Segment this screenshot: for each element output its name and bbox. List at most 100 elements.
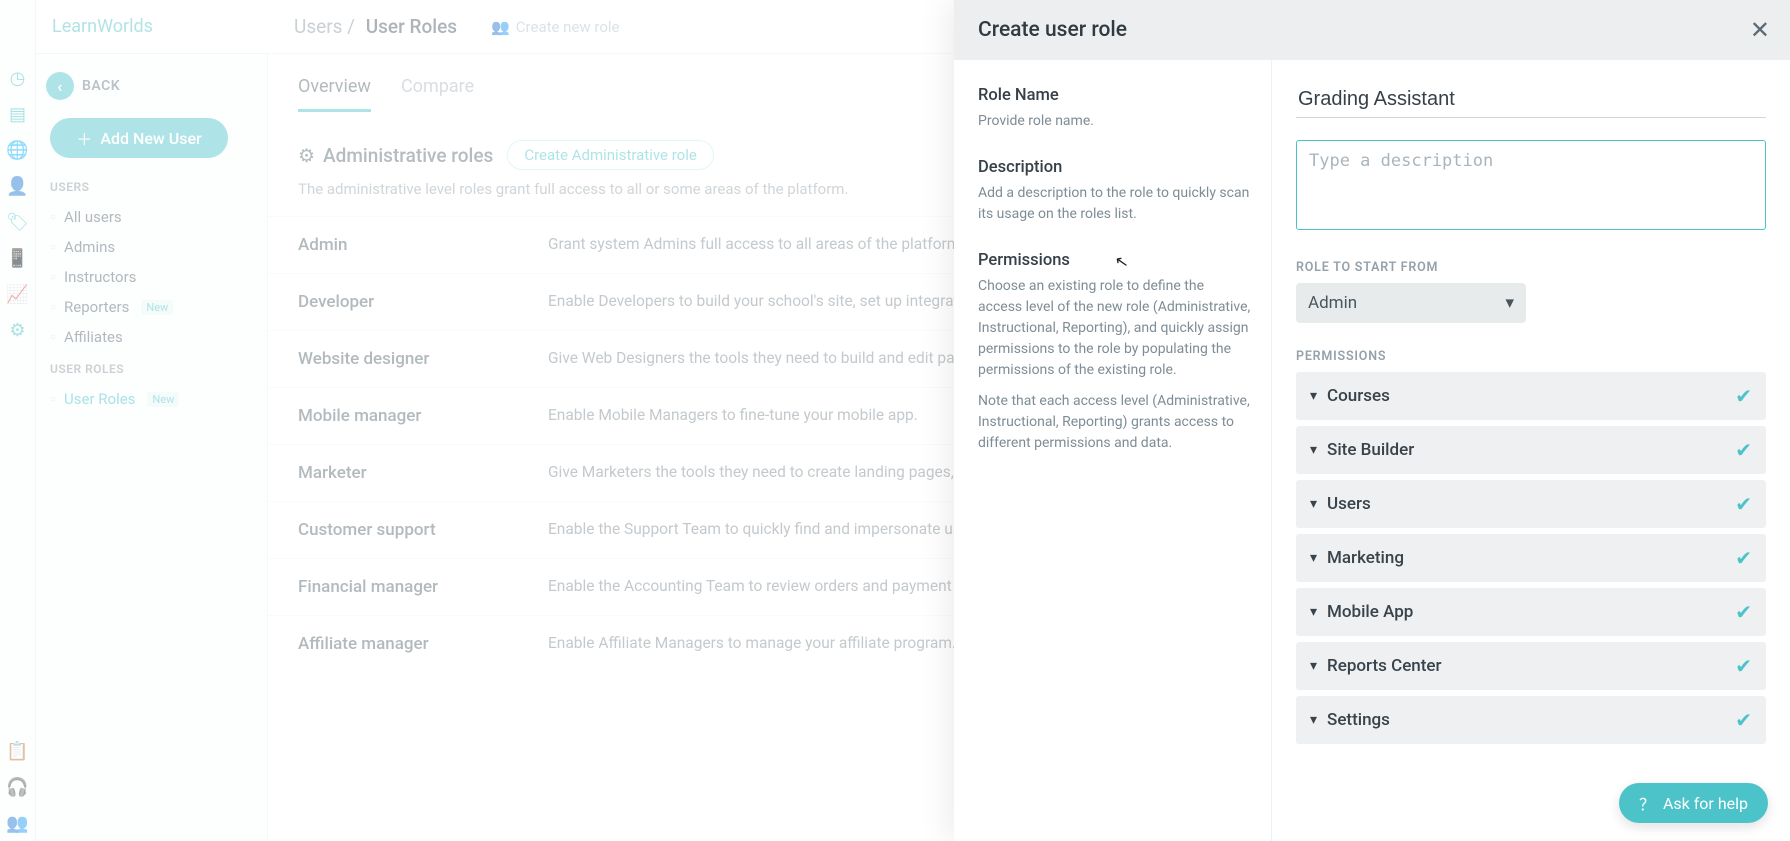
left-nav: ‹ BACK ＋ Add New User USERS○All users○Ad… xyxy=(36,54,268,841)
panel-title: Create user role xyxy=(978,18,1127,42)
bullet-icon: ○ xyxy=(50,272,56,283)
breadcrumb-current: User Roles xyxy=(366,15,457,38)
role-name-input[interactable] xyxy=(1296,82,1766,118)
rail-settings-icon[interactable]: ⚙ xyxy=(0,313,36,347)
permission-name: Mobile App xyxy=(1327,602,1413,622)
permission-row-courses[interactable]: ▾Courses✔ xyxy=(1296,372,1766,420)
role-start-from-select[interactable]: Admin ▾ xyxy=(1296,283,1526,323)
permissions-section-label: PERMISSIONS xyxy=(1296,349,1766,364)
check-icon[interactable]: ✔ xyxy=(1735,438,1752,462)
create-new-role-link[interactable]: 👥 Create new role xyxy=(491,18,619,36)
permission-row-site-builder[interactable]: ▾ Site Builder ✔ xyxy=(1296,426,1766,474)
permission-row-users[interactable]: ▾ Users ✔ xyxy=(1296,480,1766,528)
chevron-down-icon: ▾ xyxy=(1310,442,1317,458)
check-icon[interactable]: ✔ xyxy=(1735,708,1752,732)
back-label: BACK xyxy=(82,78,120,94)
rail-site-icon[interactable]: 🌐 xyxy=(0,133,36,167)
permissions-help1: Choose an existing role to define the ac… xyxy=(978,276,1251,381)
new-badge: New xyxy=(141,300,173,315)
back-button[interactable]: ‹ BACK xyxy=(46,72,253,100)
nav-section-label: USERS xyxy=(50,180,253,194)
chevron-down-icon: ▾ xyxy=(1505,293,1514,313)
brand-name: LearnWorlds xyxy=(52,16,153,37)
create-admin-role-chip[interactable]: Create Administrative role xyxy=(507,140,713,170)
permission-row-settings[interactable]: ▾ Settings ✔ xyxy=(1296,696,1766,744)
close-icon[interactable]: ✕ xyxy=(1750,18,1770,42)
panel-left: Role Name Provide role name. Description… xyxy=(954,60,1272,841)
nav-item-label: Instructors xyxy=(64,268,136,286)
chevron-down-icon: ▾ xyxy=(1310,496,1317,512)
role-start-from-label: ROLE TO START FROM xyxy=(1296,260,1766,275)
bullet-icon: ○ xyxy=(50,212,56,223)
nav-item-affiliates[interactable]: ○ Affiliates xyxy=(50,322,253,352)
permissions-label: Permissions xyxy=(978,251,1251,270)
user-role-icon: 👥 xyxy=(491,18,510,36)
ask-for-help-button[interactable]: ？ Ask for help xyxy=(1619,783,1768,823)
breadcrumb-root[interactable]: Users xyxy=(294,15,342,38)
bullet-icon: ○ xyxy=(50,332,56,343)
role-name: Affiliate manager xyxy=(298,634,548,654)
nav-item-label: Affiliates xyxy=(64,328,123,346)
permission-name: Settings xyxy=(1327,710,1390,730)
tab-overview[interactable]: Overview xyxy=(298,76,371,112)
rail-users-icon[interactable]: 👤 xyxy=(0,169,36,203)
role-name: Marketer xyxy=(298,463,548,483)
rail-account-icon[interactable]: 👥 xyxy=(0,806,36,840)
check-icon[interactable]: ✔ xyxy=(1735,546,1752,570)
rail-notes-icon[interactable]: 📋 xyxy=(0,734,36,768)
nav-item-reporters[interactable]: ○ Reporters New xyxy=(50,292,253,322)
role-name: Developer xyxy=(298,292,548,312)
role-name: Financial manager xyxy=(298,577,548,597)
permissions-help2: Note that each access level (Administrat… xyxy=(978,391,1251,454)
permission-name: Users xyxy=(1327,494,1371,514)
icon-rail: ◷ ▤ 🌐 👤 🏷 📱 📈 ⚙ 📋 🎧 👥 xyxy=(0,0,36,841)
rail-courses-icon[interactable]: ▤ xyxy=(0,97,36,131)
rail-dashboard-icon[interactable]: ◷ xyxy=(0,61,36,95)
admin-roles-title: ⚙ Administrative roles xyxy=(298,144,493,167)
description-help: Add a description to the role to quickly… xyxy=(978,183,1251,225)
nav-item-all-users[interactable]: ○All users xyxy=(50,202,253,232)
gear-icon: ⚙ xyxy=(298,144,315,167)
bullet-icon: ○ xyxy=(50,302,56,313)
panel-right: ROLE TO START FROM Admin ▾ PERMISSIONS ▾… xyxy=(1272,60,1790,841)
bullet-icon: ○ xyxy=(50,394,56,405)
create-new-role-label: Create new role xyxy=(516,18,620,36)
role-name: Admin xyxy=(298,235,548,255)
nav-item-user-roles[interactable]: ○User RolesNew xyxy=(50,384,253,414)
add-new-user-label: Add New User xyxy=(100,129,201,148)
admin-roles-title-text: Administrative roles xyxy=(323,144,493,167)
help-icon: ？ xyxy=(1639,791,1655,815)
chevron-down-icon: ▾ xyxy=(1310,658,1317,674)
tab-compare[interactable]: Compare xyxy=(401,76,474,112)
rail-support-icon[interactable]: 🎧 xyxy=(0,770,36,804)
role-name-help: Provide role name. xyxy=(978,111,1251,132)
nav-item-admins[interactable]: ○Admins xyxy=(50,232,253,262)
chevron-down-icon: ▾ xyxy=(1310,712,1317,728)
rail-mobile-icon[interactable]: 📱 xyxy=(0,241,36,275)
nav-item-label: Reporters xyxy=(64,298,129,316)
add-new-user-button[interactable]: ＋ Add New User xyxy=(50,118,228,158)
permission-row-reports-center[interactable]: ▾ Reports Center ✔ xyxy=(1296,642,1766,690)
new-badge: New xyxy=(147,392,179,407)
permission-name: Courses xyxy=(1327,386,1390,406)
role-name: Customer support xyxy=(298,520,548,540)
nav-section-label: USER ROLES xyxy=(50,362,253,376)
permission-name: Site Builder xyxy=(1327,440,1414,460)
permission-name: Reports Center xyxy=(1327,656,1442,676)
check-icon[interactable]: ✔ xyxy=(1735,654,1752,678)
rail-marketing-icon[interactable]: 🏷 xyxy=(0,205,36,239)
description-label: Description xyxy=(978,158,1251,177)
nav-item-instructors[interactable]: ○ Instructors xyxy=(50,262,253,292)
role-name: Mobile manager xyxy=(298,406,548,426)
role-name: Website designer xyxy=(298,349,548,369)
permission-row-marketing[interactable]: ▾Marketing✔ xyxy=(1296,534,1766,582)
create-role-panel: Create user role ✕ Role Name Provide rol… xyxy=(954,0,1790,841)
description-textarea[interactable] xyxy=(1296,140,1766,230)
back-arrow-icon: ‹ xyxy=(46,72,74,100)
check-icon[interactable]: ✔ xyxy=(1735,492,1752,516)
permission-row-mobile-app[interactable]: ▾Mobile App✔ xyxy=(1296,588,1766,636)
nav-item-label: Admins xyxy=(64,238,115,256)
check-icon[interactable]: ✔ xyxy=(1735,600,1752,624)
check-icon[interactable]: ✔ xyxy=(1735,384,1752,408)
rail-reports-icon[interactable]: 📈 xyxy=(0,277,36,311)
